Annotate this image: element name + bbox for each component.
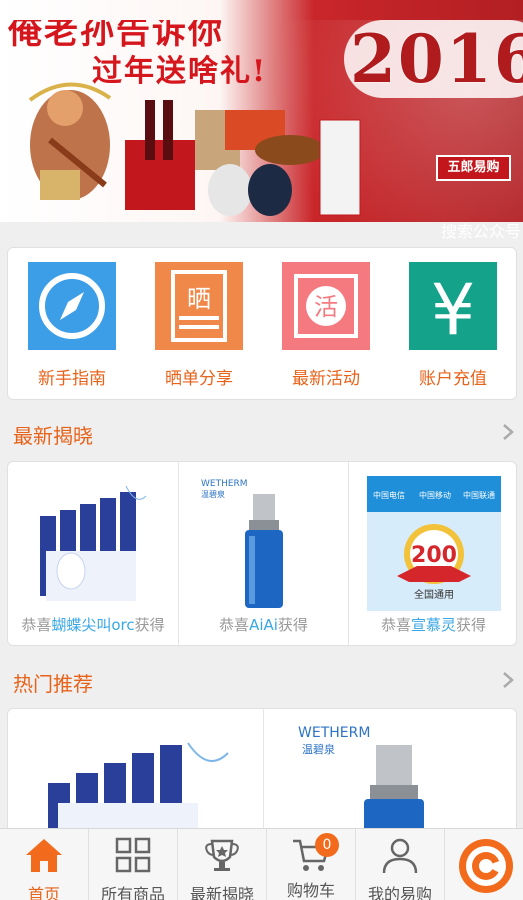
card-amount: 200 [411, 543, 457, 568]
quick-menu: 新手指南 晒 晒单分享 活 最新活动 ¥ 账户充值 [7, 247, 517, 400]
tab-label: 最新揭晓 [189, 885, 254, 900]
hot-section-title: 热门推荐 [13, 672, 93, 696]
tab-home[interactable]: 首页 [0, 829, 89, 900]
winner-caption: 恭喜宣慕灵获得 [349, 614, 518, 635]
hot-section-header[interactable]: 热门推荐 [0, 660, 523, 704]
latest-section-header[interactable]: 最新揭晓 [0, 412, 523, 456]
winner-suffix: 获得 [134, 616, 165, 634]
tab-cart[interactable]: 0 购物车 [267, 829, 356, 900]
latest-item[interactable]: 恭喜蝴蝶尖叫orc获得 [8, 462, 178, 647]
serum-brand-cn: 温碧泉 [201, 489, 225, 499]
latest-section-title: 最新揭晓 [13, 424, 93, 448]
winner-prefix: 恭喜 [219, 616, 250, 634]
banner-slogan-line2: 过年送啥礼! [92, 54, 268, 89]
tab-label: 首页 [27, 885, 60, 900]
winner-suffix: 获得 [277, 616, 308, 634]
tab-label: 购物车 [286, 881, 335, 900]
activity-icon: 活 [282, 262, 370, 350]
carrier-unicom: 中国联通 [463, 490, 495, 500]
cart-count-badge: 0 [315, 833, 339, 857]
share-glyph: 晒 [187, 285, 211, 313]
quick-item-label: 最新活动 [292, 369, 360, 389]
quick-item-activity[interactable]: 活 最新活动 [267, 262, 385, 389]
tab-label: 所有商品 [100, 885, 165, 900]
winner-caption: 恭喜AiAi获得 [179, 614, 348, 635]
winner-username[interactable]: 蝴蝶尖叫orc [51, 616, 134, 634]
winner-username[interactable]: AiAi [249, 616, 278, 634]
banner-brand-stamp: 五郎易购 [436, 155, 511, 181]
serum-brand-cn: 温碧泉 [302, 742, 335, 756]
banner-strip [0, 0, 523, 20]
quick-item-label: 账户充值 [419, 369, 487, 389]
user-icon [382, 838, 418, 874]
share-note-icon: 晒 [155, 262, 243, 350]
promo-banner[interactable]: 俺老孙告诉你 过年送啥礼! 2016 五郎易购 [0, 0, 523, 222]
latest-item[interactable]: 中国电信 中国移动 中国联通 200 全国通用 恭喜宣慕灵获得 [348, 462, 518, 647]
banner-year: 2016 [344, 20, 523, 98]
latest-reveal-list: 恭喜蝴蝶尖叫orc获得 WETHERM 温碧泉 恭喜AiAi获得 中国电信 中国… [7, 461, 518, 647]
yen-glyph: ¥ [431, 269, 476, 350]
tab-my-account[interactable]: 我的易购 [356, 829, 445, 900]
winner-caption: 恭喜蝴蝶尖叫orc获得 [8, 614, 178, 635]
latest-item[interactable]: WETHERM 温碧泉 恭喜AiAi获得 [178, 462, 348, 647]
yen-icon: ¥ [409, 262, 497, 351]
tab-label: 我的易购 [367, 885, 432, 900]
carrier-telecom: 中国电信 [373, 490, 405, 500]
winner-username[interactable]: 宣慕灵 [411, 616, 456, 634]
activity-glyph: 活 [314, 293, 338, 321]
quick-item-label: 新手指南 [38, 369, 106, 389]
quick-item-label: 晒单分享 [165, 369, 233, 389]
compass-icon [28, 262, 116, 350]
serum-brand-latin: WETHERM [201, 479, 248, 489]
winner-prefix: 恭喜 [380, 616, 411, 634]
quick-item-recharge[interactable]: ¥ 账户充值 [394, 262, 512, 389]
phone-card-product-image: 中国电信 中国移动 中国联通 200 全国通用 [367, 476, 501, 611]
tab-all-products[interactable]: 所有商品 [89, 829, 178, 900]
facial-mask-product-image [26, 476, 160, 611]
quick-item-guide[interactable]: 新手指南 [13, 262, 131, 389]
winner-suffix: 获得 [456, 616, 487, 634]
search-official-account-link[interactable]: 搜索公众号 [441, 222, 521, 242]
card-usage-text: 全国通用 [414, 588, 454, 601]
winner-prefix: 恭喜 [21, 616, 52, 634]
tab-latest[interactable]: 最新揭晓 [178, 829, 267, 900]
home-icon [26, 839, 62, 872]
quick-item-share[interactable]: 晒 晒单分享 [140, 262, 258, 389]
refresh-icon[interactable] [458, 838, 514, 894]
grid-icon [115, 837, 151, 873]
chevron-right-icon [503, 672, 514, 688]
serum-product-image: WETHERM 温碧泉 [298, 725, 424, 843]
monkey-king-illustration [28, 82, 112, 200]
serum-brand-latin: WETHERM [298, 725, 370, 741]
cart-icon-wrap: 0 [291, 833, 339, 875]
carrier-mobile: 中国移动 [419, 490, 451, 500]
gift-products-illustration [125, 100, 361, 216]
bottom-tab-bar: 首页 所有商品 最新揭晓 0 购物车 我的易购 [0, 828, 523, 900]
trophy-icon [205, 839, 239, 871]
serum-product-image: WETHERM 温碧泉 [197, 476, 331, 611]
chevron-right-icon [503, 424, 514, 440]
facial-mask-product-image [48, 742, 229, 843]
